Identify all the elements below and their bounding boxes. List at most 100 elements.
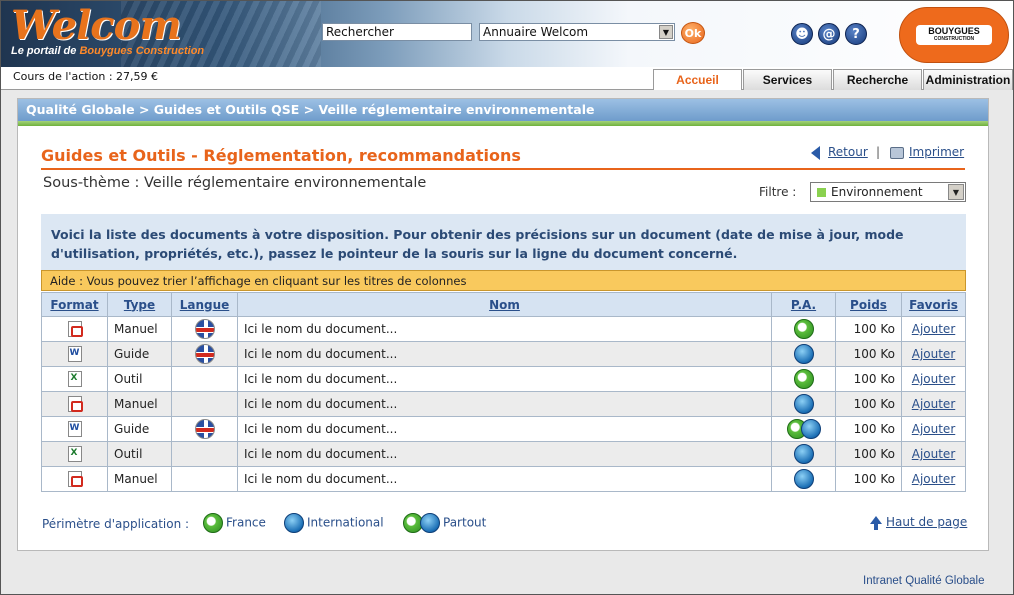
table-row[interactable]: Manuel Ici le nom du document... 100 Ko … xyxy=(41,466,966,492)
format-cell xyxy=(41,391,108,417)
pa-cell xyxy=(771,391,836,417)
tab-recherche[interactable]: Recherche xyxy=(833,69,922,90)
poids-cell: 100 Ko xyxy=(835,441,902,467)
add-favorite-link[interactable]: Ajouter xyxy=(912,397,956,411)
print-link[interactable]: Imprimer xyxy=(909,145,964,159)
info-message: Voici la liste des documents à votre dis… xyxy=(41,214,966,270)
type-cell: Manuel xyxy=(107,391,172,417)
pdf-icon[interactable] xyxy=(67,396,83,412)
col-favoris-header[interactable]: Favoris xyxy=(901,292,966,317)
langue-cell xyxy=(171,416,238,442)
welcom-logo[interactable]: Welcom Le portail de Bouygues Constructi… xyxy=(11,5,204,58)
chevron-down-icon[interactable]: ▼ xyxy=(948,184,964,200)
pa-cell xyxy=(771,416,836,442)
legend-international-label: International xyxy=(307,515,384,530)
tab-accueil[interactable]: Accueil xyxy=(653,69,742,91)
nom-cell[interactable]: Ici le nom du document... xyxy=(237,391,772,417)
table-row[interactable]: Manuel Ici le nom du document... 100 Ko … xyxy=(41,316,966,342)
favoris-cell: Ajouter xyxy=(901,316,966,342)
col-pa-header[interactable]: P.A. xyxy=(771,292,836,317)
breadcrumb: Qualité Globale > Guides et Outils QSE >… xyxy=(18,99,988,121)
chevron-down-icon[interactable]: ▼ xyxy=(659,25,673,39)
filter-label: Filtre : xyxy=(759,185,797,199)
add-favorite-link[interactable]: Ajouter xyxy=(912,372,956,386)
langue-cell xyxy=(171,316,238,342)
poids-cell: 100 Ko xyxy=(835,416,902,442)
nom-cell[interactable]: Ici le nom du document... xyxy=(237,416,772,442)
page-title: Guides et Outils - Réglementation, recom… xyxy=(41,146,521,165)
table-row[interactable]: Manuel Ici le nom du document... 100 Ko … xyxy=(41,391,966,417)
add-favorite-link[interactable]: Ajouter xyxy=(912,347,956,361)
nom-cell[interactable]: Ici le nom du document... xyxy=(237,466,772,492)
ok-button[interactable]: Ok xyxy=(681,22,705,44)
nom-cell[interactable]: Ici le nom du document... xyxy=(237,341,772,367)
pdf-icon[interactable] xyxy=(67,321,83,337)
langue-cell xyxy=(171,341,238,367)
word-icon[interactable] xyxy=(67,346,82,362)
pdf-icon[interactable] xyxy=(67,471,83,487)
add-favorite-link[interactable]: Ajouter xyxy=(912,447,956,461)
pa-cell xyxy=(771,466,836,492)
format-cell xyxy=(41,441,108,467)
excel-icon[interactable] xyxy=(67,446,82,462)
printer-icon[interactable] xyxy=(890,147,904,159)
link-separator: | xyxy=(876,145,881,159)
favoris-cell: Ajouter xyxy=(901,366,966,392)
col-nom-header[interactable]: Nom xyxy=(237,292,772,317)
back-arrow-icon[interactable] xyxy=(811,146,820,160)
pa-cell xyxy=(771,341,836,367)
table-row[interactable]: Outil Ici le nom du document... 100 Ko A… xyxy=(41,366,966,392)
search-input[interactable] xyxy=(322,23,472,41)
logo-sub-brand: Bouygues Construction xyxy=(79,45,205,57)
poids-cell: 100 Ko xyxy=(835,466,902,492)
col-format-header[interactable]: Format xyxy=(41,292,108,317)
globe-icon xyxy=(793,394,814,414)
footer-link[interactable]: Intranet Qualité Globale xyxy=(863,575,984,587)
help-icon[interactable]: ? xyxy=(845,23,867,45)
table-row[interactable]: Outil Ici le nom du document... 100 Ko A… xyxy=(41,441,966,467)
favoris-cell: Ajouter xyxy=(901,441,966,467)
bouygues-logo[interactable]: BOUYGUES CONSTRUCTION xyxy=(899,7,1009,63)
tab-services[interactable]: Services xyxy=(743,69,832,90)
filter-color-swatch xyxy=(817,188,826,197)
col-type-header[interactable]: Type xyxy=(107,292,172,317)
excel-icon[interactable] xyxy=(67,371,82,387)
user-directory-icon[interactable]: ☻ xyxy=(791,23,813,45)
add-favorite-link[interactable]: Ajouter xyxy=(912,322,956,336)
word-icon[interactable] xyxy=(67,421,82,437)
pa-cell xyxy=(771,441,836,467)
format-cell xyxy=(41,466,108,492)
logo-subtitle: Le portail de Bouygues Construction xyxy=(11,45,204,57)
back-to-top-link[interactable]: Haut de page xyxy=(886,515,967,529)
add-favorite-link[interactable]: Ajouter xyxy=(912,422,956,436)
globe-icon xyxy=(284,513,304,533)
table-row[interactable]: Guide Ici le nom du document... 100 Ko A… xyxy=(41,341,966,367)
table-row[interactable]: Guide Ici le nom du document... 100 Ko A… xyxy=(41,416,966,442)
filter-select-value: Environnement xyxy=(831,185,923,199)
filter-select[interactable]: Environnement ▼ xyxy=(810,182,966,202)
poids-cell: 100 Ko xyxy=(835,391,902,417)
pa-cell xyxy=(771,316,836,342)
type-cell: Manuel xyxy=(107,466,172,492)
col-poids-header[interactable]: Poids xyxy=(835,292,902,317)
tab-administration[interactable]: Administration xyxy=(923,69,1013,90)
uk-flag-icon xyxy=(194,419,215,439)
directory-select[interactable]: Annuaire Welcom ▼ xyxy=(479,23,675,41)
nom-cell[interactable]: Ici le nom du document... xyxy=(237,441,772,467)
uk-flag-icon xyxy=(194,344,215,364)
email-icon[interactable]: @ xyxy=(818,23,840,45)
back-link[interactable]: Retour xyxy=(828,145,868,159)
globe-icon xyxy=(793,344,814,364)
nom-cell[interactable]: Ici le nom du document... xyxy=(237,366,772,392)
col-langue-header[interactable]: Langue xyxy=(171,292,238,317)
legend-label: Périmètre d'application : xyxy=(42,517,190,531)
directory-select-value: Annuaire Welcom xyxy=(483,25,589,39)
favoris-cell: Ajouter xyxy=(901,416,966,442)
langue-cell xyxy=(171,366,238,392)
globe-icon xyxy=(420,513,440,533)
nom-cell[interactable]: Ici le nom du document... xyxy=(237,316,772,342)
documents-table: Format Type Langue Nom P.A. Poids Favori… xyxy=(41,292,966,492)
france-icon xyxy=(793,369,814,389)
brand-name: BOUYGUES xyxy=(928,26,980,36)
add-favorite-link[interactable]: Ajouter xyxy=(912,472,956,486)
